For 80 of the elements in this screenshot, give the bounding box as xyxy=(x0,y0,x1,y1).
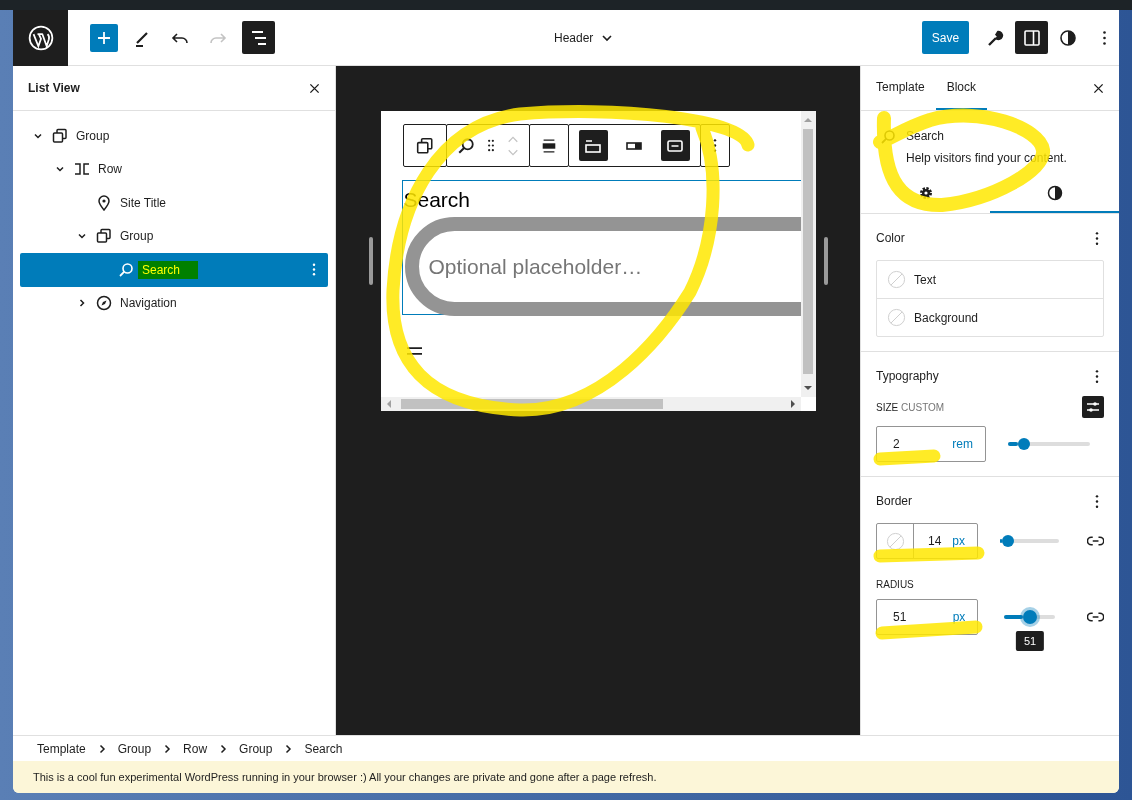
chevron-right-icon xyxy=(219,743,228,754)
toolbar-toggle-button[interactable] xyxy=(660,130,690,161)
chevron-right-icon xyxy=(163,743,172,754)
toolbar-toggle-button[interactable] xyxy=(578,130,608,161)
size-label: SIZE CUSTOM xyxy=(876,401,945,413)
group-icon xyxy=(52,127,68,144)
compass-icon xyxy=(96,295,112,312)
color-option[interactable]: Text xyxy=(877,261,1103,298)
resize-handle[interactable] xyxy=(368,237,373,285)
row-icon xyxy=(74,161,90,178)
slider-thumb[interactable] xyxy=(1018,438,1031,450)
breadcrumb-link[interactable]: Template xyxy=(37,741,86,756)
chevron-right-icon[interactable] xyxy=(77,298,87,309)
list-view-item[interactable]: Navigation xyxy=(20,286,328,320)
search-icon[interactable] xyxy=(456,136,475,155)
sidebar-tab[interactable]: Block xyxy=(935,66,988,110)
block-title: Search xyxy=(906,129,946,143)
section-title: Color xyxy=(876,231,905,245)
more-options-icon[interactable] xyxy=(1095,493,1099,509)
breadcrumb-link[interactable]: Group xyxy=(117,741,152,756)
scroll-down-icon[interactable] xyxy=(804,385,812,391)
section-title: Border xyxy=(876,494,913,508)
document-title-button[interactable]: Header xyxy=(554,10,614,66)
no-color-icon[interactable] xyxy=(885,531,905,551)
resize-handle[interactable] xyxy=(823,237,828,285)
more-options-icon[interactable] xyxy=(1102,29,1107,46)
add-block-button[interactable] xyxy=(90,23,118,52)
search-icon xyxy=(118,261,134,278)
close-icon[interactable] xyxy=(1093,82,1104,94)
no-color-icon xyxy=(887,308,906,327)
slider-thumb[interactable] xyxy=(1023,610,1038,624)
plus-icon xyxy=(96,29,112,46)
group-icon xyxy=(96,228,112,245)
more-options-icon[interactable] xyxy=(1095,230,1099,246)
contrast-icon[interactable] xyxy=(1058,27,1078,48)
list-view-button[interactable] xyxy=(242,21,275,54)
drag-handle-icon[interactable] xyxy=(486,139,495,152)
slider-fill xyxy=(1008,442,1019,446)
more-options-icon[interactable] xyxy=(1095,368,1099,384)
breadcrumb-link[interactable]: Group xyxy=(239,741,273,756)
list-view-item[interactable]: Site Title xyxy=(20,186,328,220)
group-icon xyxy=(415,136,434,155)
chevron-down-icon xyxy=(601,32,614,44)
font-size-field[interactable]: 2 rem xyxy=(876,426,986,462)
highlighter-stroke xyxy=(873,449,941,466)
breadcrumb-link[interactable]: Row xyxy=(183,741,208,756)
pin-icon xyxy=(96,194,112,211)
notice-banner: This is a cool fun experimental WordPress running in your browser :) All your changes are private and gone after a page refresh. xyxy=(13,761,1119,793)
menu-icon[interactable] xyxy=(406,346,422,356)
sidebar-tab[interactable]: Template xyxy=(865,66,936,110)
sidebar-icon xyxy=(1021,27,1042,48)
link-icon[interactable] xyxy=(1086,611,1104,623)
custom-size-toggle[interactable] xyxy=(1082,396,1104,418)
wordpress-logo[interactable] xyxy=(13,10,68,66)
no-color-icon xyxy=(887,270,906,289)
slider-tooltip: 51 xyxy=(1016,631,1045,651)
sliders-icon xyxy=(1085,399,1101,415)
save-button[interactable]: Save xyxy=(922,21,969,54)
list-view-item[interactable]: Group xyxy=(20,119,328,153)
sidebar-toggle-button[interactable] xyxy=(1015,21,1048,54)
color-label: Text xyxy=(914,272,936,287)
border-radius-field[interactable]: 51 px xyxy=(876,599,979,635)
vertical-scrollbar[interactable] xyxy=(800,111,816,397)
color-label: Background xyxy=(914,310,979,325)
breadcrumb-link[interactable]: Search xyxy=(304,741,343,756)
slider-thumb[interactable] xyxy=(1001,535,1014,547)
scroll-right-icon[interactable] xyxy=(789,400,796,408)
list-view-item[interactable]: Row xyxy=(20,152,328,186)
close-icon[interactable] xyxy=(309,82,320,94)
chevron-right-icon xyxy=(284,743,293,754)
section-title: Typography xyxy=(876,369,939,383)
panel-title: List View xyxy=(28,81,80,95)
contrast-icon xyxy=(1046,185,1063,201)
link-icon[interactable] xyxy=(1086,535,1104,547)
color-option[interactable]: Background xyxy=(877,298,1103,336)
list-view-item[interactable]: Search xyxy=(20,253,328,287)
slider-fill xyxy=(1004,615,1024,619)
radius-label: RADIUS xyxy=(876,579,915,590)
chevron-right-icon xyxy=(97,743,106,754)
list-view-item[interactable]: Group xyxy=(20,219,328,253)
